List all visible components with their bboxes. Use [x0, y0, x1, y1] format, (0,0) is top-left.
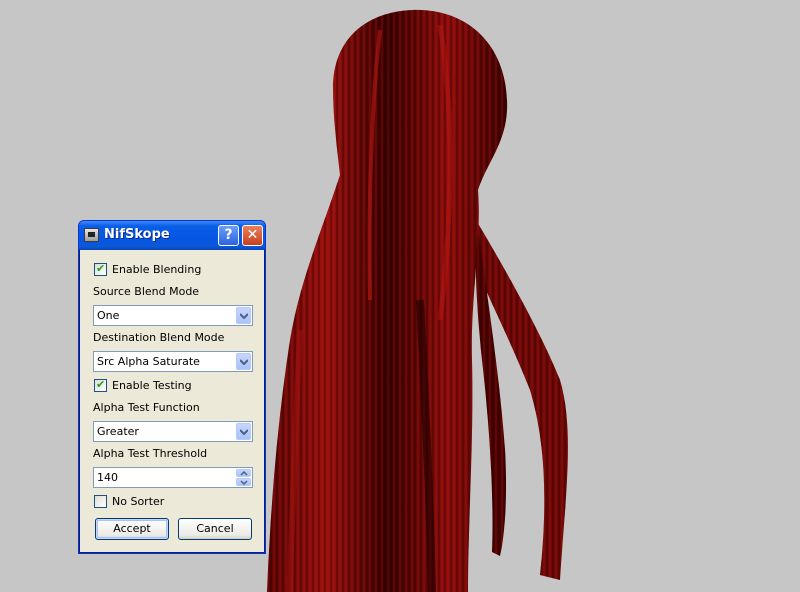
accept-button[interactable]: Accept: [95, 518, 169, 540]
checkmark-icon: ✔: [96, 262, 106, 275]
alpha-test-function-value: Greater: [97, 425, 139, 438]
alpha-test-threshold-value[interactable]: 140: [97, 471, 118, 484]
no-sorter-label[interactable]: No Sorter: [112, 495, 164, 508]
enable-testing-label[interactable]: Enable Testing: [112, 379, 192, 392]
destination-blend-mode-value: Src Alpha Saturate: [97, 355, 200, 368]
nifskope-dialog: NifSkope ? ✕ ✔ Enable Blending Source Bl…: [78, 220, 266, 554]
enable-blending-label[interactable]: Enable Blending: [112, 263, 201, 276]
nifskope-app-icon: [84, 228, 99, 242]
dialog-body: ✔ Enable Blending Source Blend Mode One …: [82, 250, 262, 550]
alpha-test-threshold-spinbox[interactable]: 140: [93, 467, 253, 488]
spin-down-icon[interactable]: [236, 478, 251, 486]
source-blend-mode-value: One: [97, 309, 120, 322]
destination-blend-mode-select[interactable]: Src Alpha Saturate: [93, 351, 253, 372]
hair-model: [267, 9, 568, 592]
source-blend-mode-select[interactable]: One: [93, 305, 253, 326]
chevron-down-icon[interactable]: [236, 353, 251, 370]
close-button[interactable]: ✕: [242, 225, 263, 246]
help-button[interactable]: ?: [218, 225, 239, 246]
checkmark-icon: ✔: [96, 378, 106, 391]
enable-testing-checkbox[interactable]: ✔: [94, 378, 107, 392]
alpha-test-threshold-label: Alpha Test Threshold: [93, 447, 208, 460]
chevron-down-icon[interactable]: [236, 307, 251, 324]
alpha-test-function-label: Alpha Test Function: [93, 401, 200, 414]
window-title: NifSkope: [104, 227, 170, 242]
no-sorter-checkbox[interactable]: [94, 495, 107, 508]
enable-blending-checkbox[interactable]: ✔: [94, 262, 107, 276]
source-blend-mode-label: Source Blend Mode: [93, 285, 200, 298]
destination-blend-mode-label: Destination Blend Mode: [93, 331, 225, 344]
cancel-button[interactable]: Cancel: [178, 518, 252, 540]
chevron-down-icon[interactable]: [236, 423, 251, 440]
alpha-test-function-select[interactable]: Greater: [93, 421, 253, 442]
spin-up-icon[interactable]: [236, 469, 251, 477]
title-bar[interactable]: NifSkope ? ✕: [79, 221, 265, 250]
